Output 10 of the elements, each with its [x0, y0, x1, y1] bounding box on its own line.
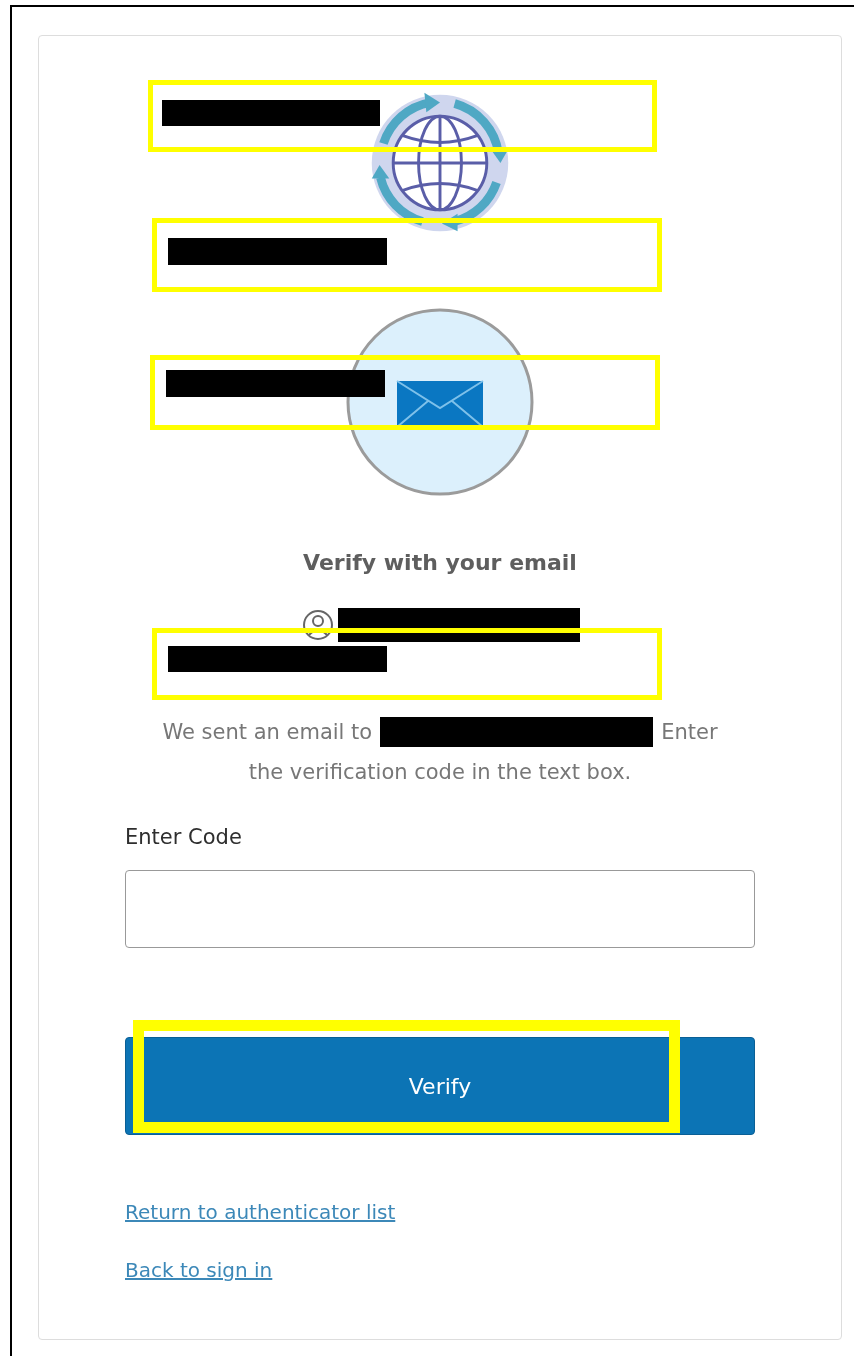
- user-icon: [302, 609, 334, 641]
- message-text: We sent an email to: [162, 719, 373, 746]
- message-text: Enter: [661, 719, 718, 746]
- text-link[interactable]: Back to sign in: [125, 1255, 273, 1285]
- field-label: Enter Code: [125, 824, 243, 851]
- page-title: Verify with your email: [303, 549, 577, 577]
- code-input-field[interactable]: [125, 870, 755, 948]
- mail-icon: [346, 308, 534, 496]
- text-link[interactable]: Return to authenticator list: [125, 1197, 396, 1227]
- message-text: the verification code in the text box.: [248, 759, 632, 786]
